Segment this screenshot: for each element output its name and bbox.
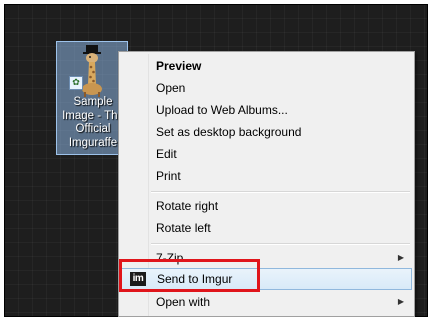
menu-item-label: 7-Zip (156, 251, 184, 265)
menu-item-set-as-desktop-background[interactable]: Set as desktop background (121, 121, 412, 143)
menu-item-label: Send to Imgur (157, 272, 233, 286)
menu-item-label: Open with (156, 295, 211, 309)
context-menu: Preview Open Upload to Web Albums... Set… (118, 51, 415, 317)
menu-item-open[interactable]: Open (121, 77, 412, 99)
imgur-icon: im (130, 272, 146, 286)
menu-item-send-to-imgur[interactable]: im Send to Imgur (121, 268, 412, 290)
menu-separator (151, 191, 410, 193)
menu-item-label: Edit (156, 147, 177, 161)
menu-separator (151, 243, 410, 245)
menu-item-print[interactable]: Print (121, 165, 412, 187)
submenu-arrow-icon: ▶ (397, 253, 404, 262)
menu-item-label: Set as desktop background (156, 125, 302, 139)
menu-item-open-with[interactable]: Open with ▶ (121, 291, 412, 313)
menu-item-preview[interactable]: Preview (121, 55, 412, 77)
menu-item-7-zip[interactable]: 7-Zip ▶ (121, 247, 412, 269)
submenu-arrow-icon: ▶ (397, 297, 404, 306)
image-file-badge-icon: ✿ (69, 76, 83, 90)
menu-item-rotate-right[interactable]: Rotate right (121, 195, 412, 217)
menu-item-label: Upload to Web Albums... (156, 103, 288, 117)
menu-item-label: Rotate right (156, 199, 219, 213)
menu-item-label: Rotate left (156, 221, 211, 235)
menu-item-label: Print (156, 169, 181, 183)
menu-item-upload-to-web-albums[interactable]: Upload to Web Albums... (121, 99, 412, 121)
menu-item-label: Preview (156, 59, 202, 73)
menu-item-label: Open (156, 81, 186, 95)
menu-item-edit[interactable]: Edit (121, 143, 412, 165)
screenshot-frame: ✿ Sample Image - The Official Imguraffe … (0, 0, 432, 317)
menu-item-rotate-left[interactable]: Rotate left (121, 217, 412, 239)
